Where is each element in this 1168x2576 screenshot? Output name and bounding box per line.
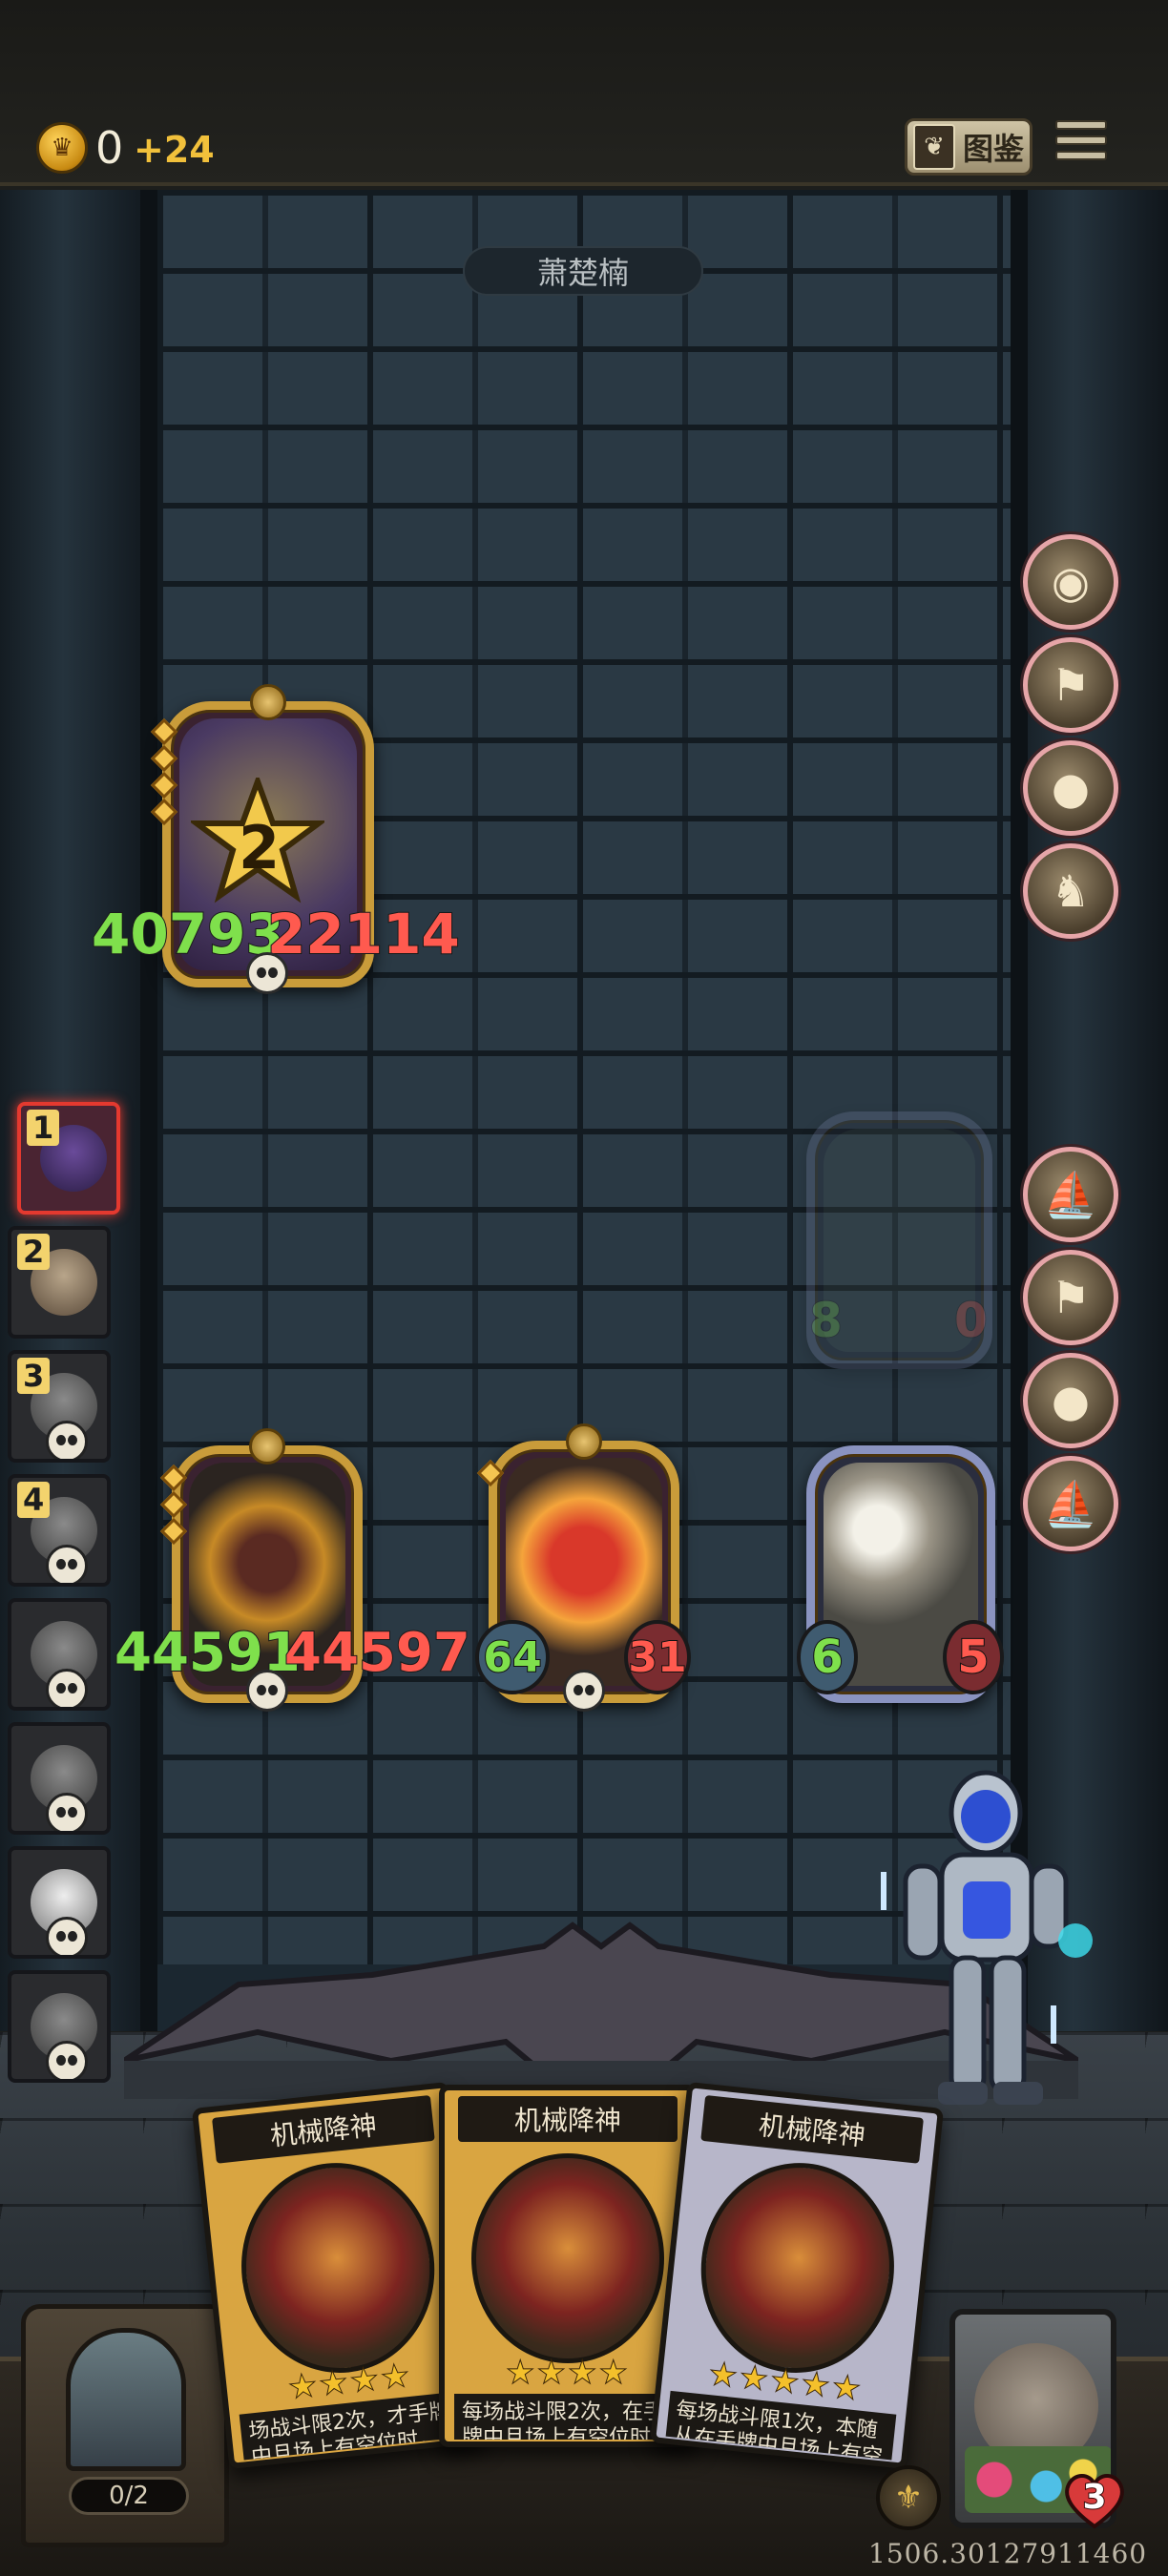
opponent-number: 4 bbox=[17, 1482, 51, 1518]
ghost-art bbox=[824, 1129, 975, 1352]
minion-crest-icon bbox=[566, 1423, 602, 1460]
opponent-slot[interactable]: 2 bbox=[8, 1226, 111, 1339]
minion-attack-orb: 6 bbox=[797, 1620, 858, 1694]
battle-arena bbox=[0, 190, 1168, 2031]
skull-icon bbox=[46, 1917, 88, 1955]
hero-health-value: 3 bbox=[1081, 2477, 1107, 2518]
minion-health-value: 44597 bbox=[283, 1621, 471, 1685]
minion-health-orb: 31 bbox=[624, 1620, 691, 1694]
flag-icon[interactable]: ⚑ bbox=[1023, 637, 1118, 733]
hand-card[interactable]: 机械降神 ★★★★★ 每场战斗限1次，本随从在手牌中且场上有空位时，召唤1个本随… bbox=[649, 2081, 945, 2470]
gold-coin-icon: ♛ bbox=[36, 122, 88, 174]
shop-counter: 0/2 bbox=[69, 2477, 189, 2515]
opponent-slot[interactable]: 4 bbox=[8, 1474, 111, 1587]
ship-icon[interactable]: ⛵ bbox=[1023, 1456, 1118, 1551]
gold-value: 0 bbox=[95, 122, 124, 174]
card-description: 每场战斗限2次，在手牌中且场上有空位时，召唤1个本随从 bbox=[454, 2394, 681, 2440]
opponent-slot[interactable] bbox=[8, 1970, 111, 2083]
skull-icon bbox=[46, 1793, 88, 1831]
tier-number: 2 bbox=[239, 813, 281, 883]
opponent-slot[interactable] bbox=[8, 1722, 111, 1835]
menu-button[interactable] bbox=[1055, 120, 1109, 174]
top-bar: ♛ 0 +24 ❦ 图鉴 bbox=[0, 0, 1168, 186]
opponent-slot[interactable] bbox=[8, 1846, 111, 1959]
gold-bonus: +24 bbox=[134, 129, 215, 171]
skull-icon bbox=[563, 1670, 605, 1712]
card-title: 机械降神 bbox=[458, 2096, 678, 2142]
robot-hero-figure bbox=[881, 1770, 1093, 2105]
menu-bar-icon bbox=[1055, 135, 1107, 145]
menu-bar-icon bbox=[1055, 151, 1107, 160]
opponent-slot[interactable]: 1 bbox=[17, 1102, 120, 1215]
book-icon: ❦ bbox=[913, 124, 955, 170]
minion-attack-orb: 64 bbox=[475, 1620, 550, 1694]
opponent-slot[interactable]: 3 bbox=[8, 1350, 111, 1463]
skull-icon bbox=[46, 1545, 88, 1583]
cannon-icon[interactable]: ● bbox=[1023, 1353, 1118, 1448]
ghost-health-value: 0 bbox=[953, 1292, 989, 1349]
opponent-name-tag: 萧楚楠 bbox=[463, 246, 703, 296]
enemy-health-value: 22114 bbox=[266, 901, 461, 967]
mech-god-art bbox=[471, 2153, 664, 2363]
minion-health-orb: 5 bbox=[943, 1620, 1004, 1694]
skull-icon bbox=[46, 1421, 88, 1459]
minion-crest-icon bbox=[249, 1428, 285, 1465]
opponent-number: 3 bbox=[17, 1358, 51, 1394]
codex-label: 图鉴 bbox=[963, 131, 1025, 167]
tavern-upgrade-button[interactable]: ⚜ bbox=[876, 2465, 941, 2530]
flag-icon[interactable]: ⚑ bbox=[1023, 1250, 1118, 1345]
cannon-icon[interactable]: ● bbox=[1023, 740, 1118, 836]
meat-icon[interactable]: ◉ bbox=[1023, 534, 1118, 630]
skull-icon bbox=[246, 1670, 288, 1712]
ghost-attack-value: 8 bbox=[808, 1292, 844, 1349]
skull-icon bbox=[46, 2041, 88, 2079]
opponent-number: 2 bbox=[17, 1234, 51, 1270]
hero-health: 3 bbox=[1061, 2469, 1128, 2530]
shop-window bbox=[66, 2328, 186, 2471]
skull-icon bbox=[46, 1669, 88, 1707]
debug-coordinates: 1506.30127911460 bbox=[868, 2538, 1148, 2569]
right-pillar bbox=[1011, 190, 1168, 2031]
ship-icon[interactable]: ⛵ bbox=[1023, 1147, 1118, 1242]
opponent-number: 1 bbox=[27, 1110, 60, 1146]
menu-bar-icon bbox=[1055, 120, 1107, 130]
minion-crest-icon bbox=[250, 684, 286, 720]
skull-icon bbox=[246, 952, 288, 994]
warrior-icon[interactable]: ♞ bbox=[1023, 843, 1118, 939]
opponent-slot[interactable] bbox=[8, 1598, 111, 1711]
codex-button[interactable]: ❦ 图鉴 bbox=[905, 118, 1032, 176]
